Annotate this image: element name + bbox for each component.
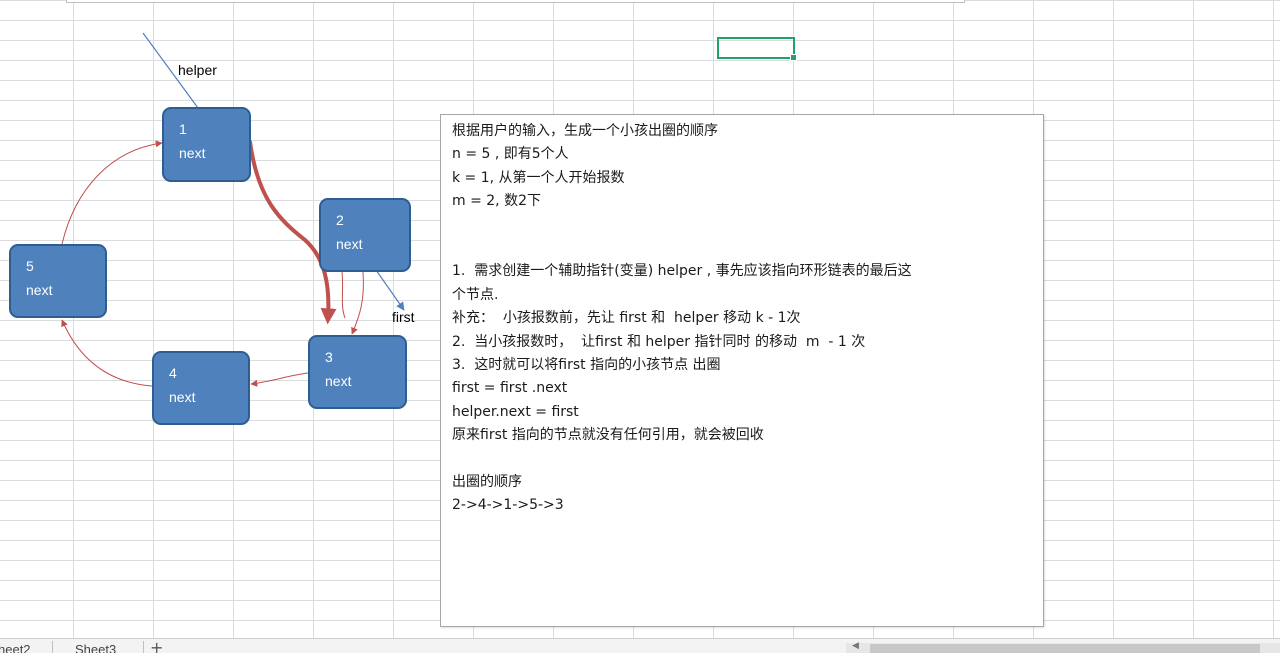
note-line: first = first .next [452, 380, 568, 397]
note-line: m = 2, 数2下 [452, 193, 541, 210]
node-2-next: next [336, 236, 363, 252]
note-line: 个节点. [452, 286, 499, 303]
note-line: 1. 需求创建一个辅助指针(变量) helper , 事先应该指向环形链表的最后… [452, 263, 912, 280]
node-2-id: 2 [336, 212, 344, 228]
note-line [452, 448, 1032, 471]
node-3-next: next [325, 373, 352, 389]
note-line: 3. 这时就可以将first 指向的小孩节点 出圈 [452, 357, 721, 374]
tab-divider [143, 641, 144, 653]
note-line [452, 214, 1032, 237]
link-3-to-4 [250, 372, 309, 387]
note-line: 出圈的顺序 [452, 474, 522, 491]
node-3: 3 next [308, 335, 407, 409]
circular-linked-list-diagram: helper first 1 next 2 next 3 next 4 next… [9, 32, 415, 425]
selected-cell[interactable] [717, 37, 797, 61]
first-pointer-line [375, 269, 405, 311]
node-5-id: 5 [26, 258, 34, 274]
scroll-left-icon[interactable]: ◀ [852, 641, 859, 651]
note-line: 补充： 小孩报数前，先让 first 和 helper 移动 k - 1次 [452, 310, 801, 327]
note-line: 2. 当小孩报数时， 让first 和 helper 指针同时 的移动 m - … [452, 333, 866, 350]
add-sheet-button[interactable]: + [150, 639, 163, 653]
link-4-to-5 [61, 319, 153, 387]
helper-label: helper [178, 62, 217, 78]
sheet-tab-bar: heet2 Sheet3 + ◀ [0, 638, 1280, 653]
fill-handle[interactable] [790, 54, 797, 61]
sheet-tab-sheet3[interactable]: Sheet3 [75, 642, 116, 653]
node-5: 5 next [9, 244, 107, 318]
note-line: n = 5 , 即有5个人 [452, 146, 569, 163]
link-2-to-3-b [341, 271, 346, 319]
move-arrow-1-to-3 [248, 140, 337, 325]
note-line: helper.next = first [452, 403, 579, 420]
node-4: 4 next [152, 351, 250, 425]
node-5-next: next [26, 282, 53, 298]
note-line: 2->4->1->5->3 [452, 497, 564, 514]
link-5-to-1 [61, 140, 163, 245]
note-line [452, 237, 1032, 260]
link-2-to-3 [351, 271, 364, 335]
note-line: 根据用户的输入，生成一个小孩出圈的顺序 [452, 123, 718, 139]
text-box-note[interactable]: 根据用户的输入，生成一个小孩出圈的顺序 n = 5 , 即有5个人 k = 1,… [440, 114, 1044, 627]
node-4-next: next [169, 389, 196, 405]
node-2: 2 next [319, 198, 411, 272]
first-label: first [392, 309, 415, 325]
node-1-id: 1 [179, 121, 187, 137]
node-3-id: 3 [325, 349, 333, 365]
node-1: 1 next [162, 107, 251, 182]
sheet-tab-sheet2[interactable]: heet2 [0, 642, 31, 653]
note-line: k = 1, 从第一个人开始报数 [452, 169, 625, 186]
note-line: 原来first 指向的节点就没有任何引用，就会被回收 [452, 427, 764, 444]
node-1-next: next [179, 145, 206, 161]
node-4-id: 4 [169, 365, 177, 381]
tab-divider [52, 641, 53, 653]
spreadsheet-grid[interactable]: helper first 1 next 2 next 3 next 4 next… [0, 0, 1280, 653]
horizontal-scrollbar-thumb[interactable] [870, 644, 1260, 653]
